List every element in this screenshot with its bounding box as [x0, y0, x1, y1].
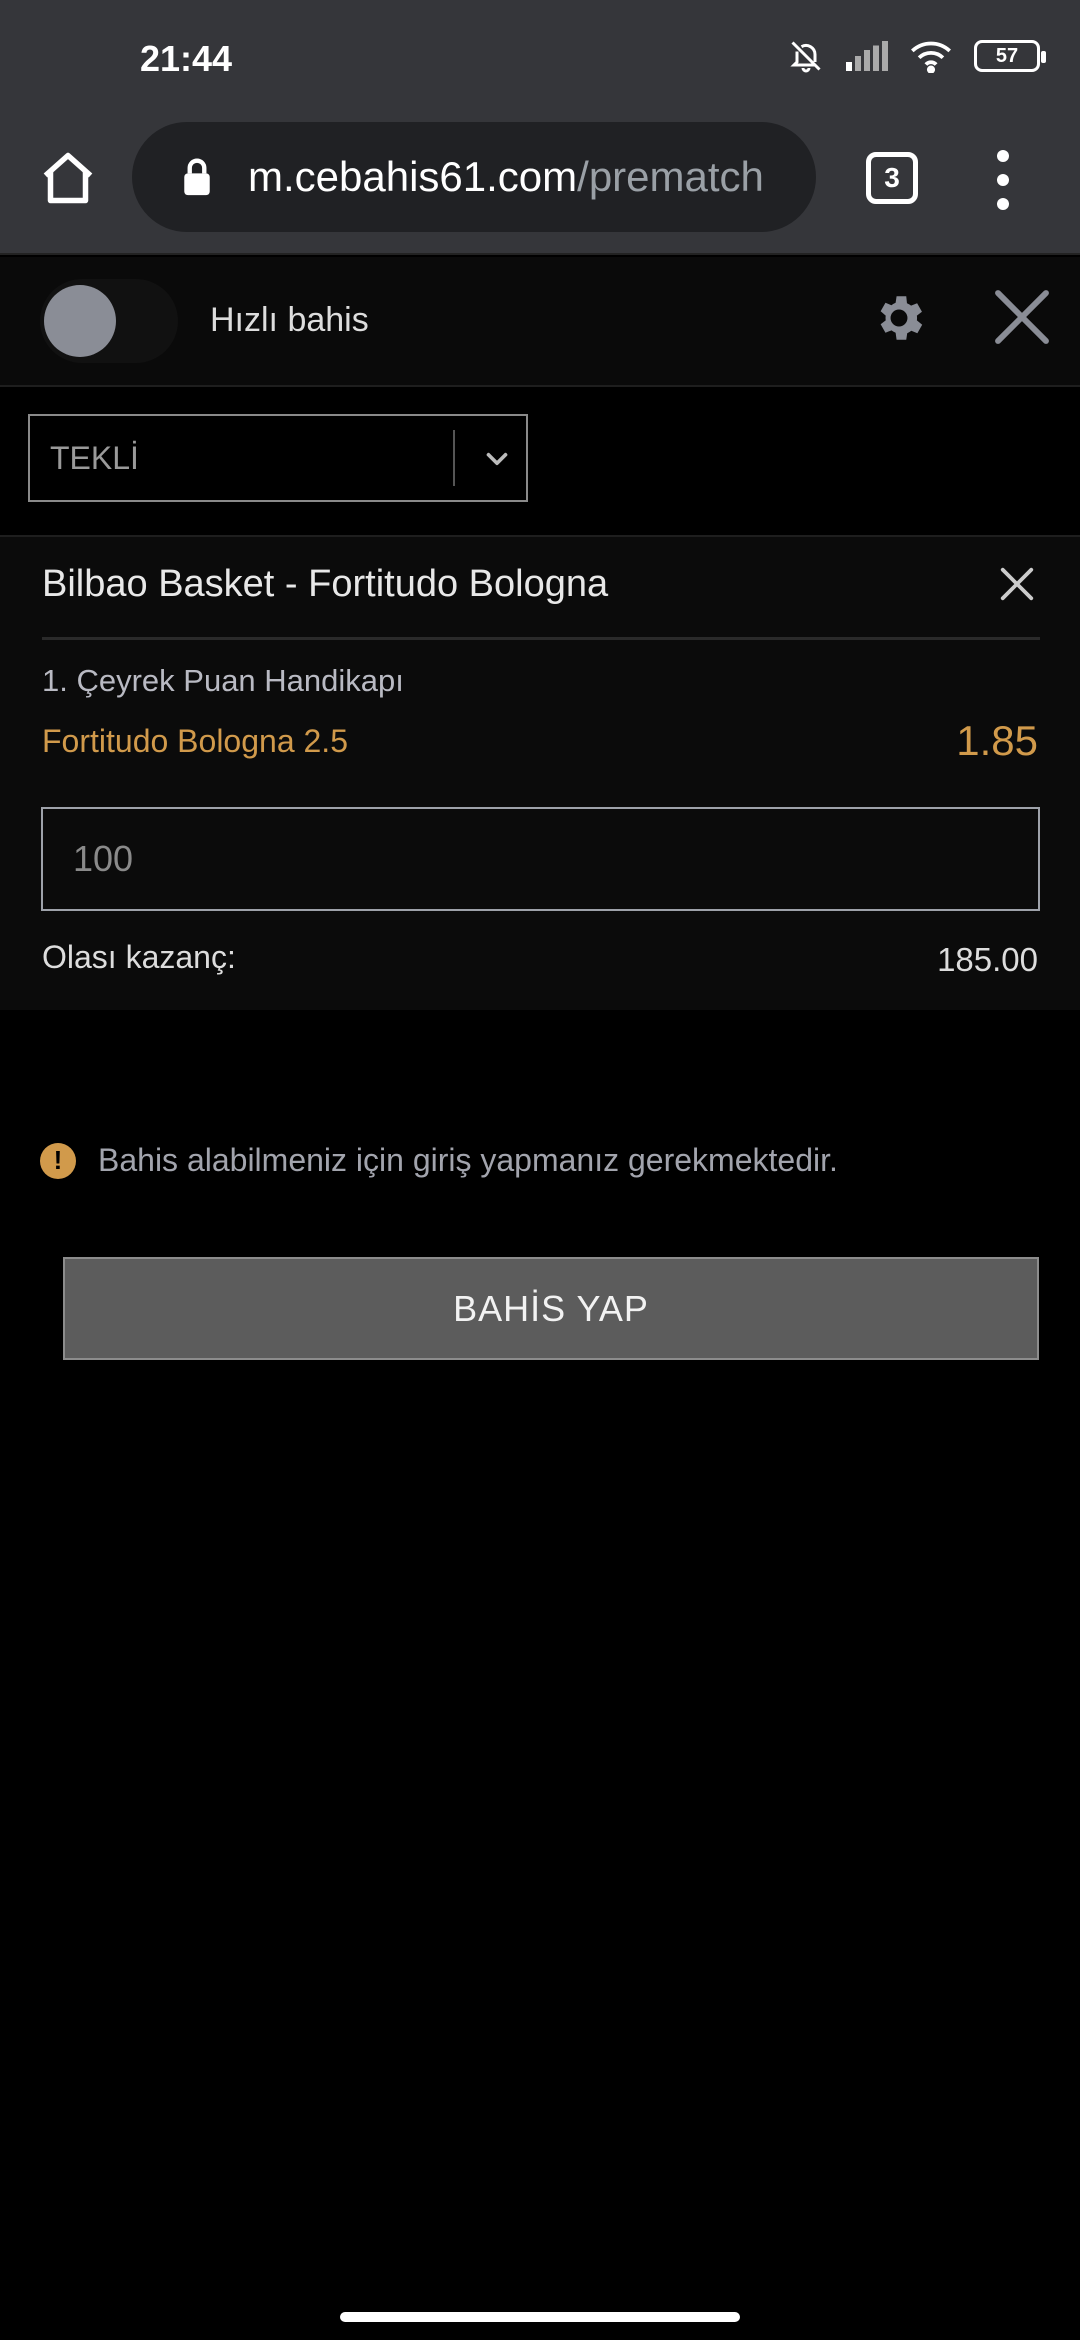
url-text: m.cebahis61.com/prematch — [248, 153, 764, 201]
toggle-knob — [44, 285, 116, 357]
place-bet-button[interactable]: BAHİS YAP — [63, 1257, 1039, 1360]
address-bar[interactable]: m.cebahis61.com/prematch — [132, 122, 816, 232]
more-menu-icon[interactable] — [988, 150, 1018, 210]
home-icon[interactable] — [38, 148, 98, 208]
warning-text: Bahis alabilmeniz için giriş yapmanız ge… — [98, 1142, 838, 1178]
remove-bet-icon[interactable] — [998, 565, 1036, 603]
gear-icon[interactable] — [870, 289, 928, 347]
status-icons: 57 — [788, 38, 1046, 74]
url-path: /prematch — [577, 153, 764, 200]
status-time: 21:44 — [140, 38, 233, 79]
signal-icon — [846, 41, 888, 71]
warning-icon: ! — [40, 1142, 76, 1179]
tab-switcher-button[interactable]: 3 — [866, 152, 918, 204]
chevron-down-icon — [486, 452, 508, 466]
lock-icon — [184, 158, 210, 196]
browser-toolbar: m.cebahis61.com/prematch 3 — [0, 120, 1080, 255]
selection-name: Fortitudo Bologna 2.5 — [42, 723, 348, 759]
quick-bet-label: Hızlı bahis — [210, 301, 369, 339]
stake-input[interactable] — [41, 807, 1040, 911]
bet-type-select[interactable]: TEKLİ — [28, 414, 528, 502]
potential-win-value: 185.00 — [937, 941, 1038, 978]
close-icon[interactable] — [990, 285, 1054, 349]
market-name: 1. Çeyrek Puan Handikapı — [42, 663, 404, 698]
status-bar: 21:44 57 — [0, 0, 1080, 120]
bet-type-value: TEKLİ — [50, 440, 139, 476]
card-divider — [42, 637, 1040, 640]
select-divider — [453, 430, 455, 486]
url-host: m.cebahis61.com — [248, 153, 578, 200]
quick-bet-toggle[interactable] — [40, 279, 178, 363]
match-title: Bilbao Basket - Fortitudo Bologna — [42, 563, 609, 605]
bell-off-icon — [790, 41, 821, 73]
battery-icon: 57 — [974, 40, 1046, 72]
potential-win-label: Olası kazanç: — [42, 939, 236, 975]
odds-value: 1.85 — [956, 717, 1038, 764]
bet-card: Bilbao Basket - Fortitudo Bologna 1. Çey… — [0, 535, 1080, 1010]
betslip-header: Hızlı bahis — [0, 257, 1080, 387]
wifi-icon — [911, 41, 951, 73]
login-warning: ! Bahis alabilmeniz için giriş yapmanız … — [40, 1142, 838, 1179]
gesture-home-bar[interactable] — [340, 2312, 740, 2322]
